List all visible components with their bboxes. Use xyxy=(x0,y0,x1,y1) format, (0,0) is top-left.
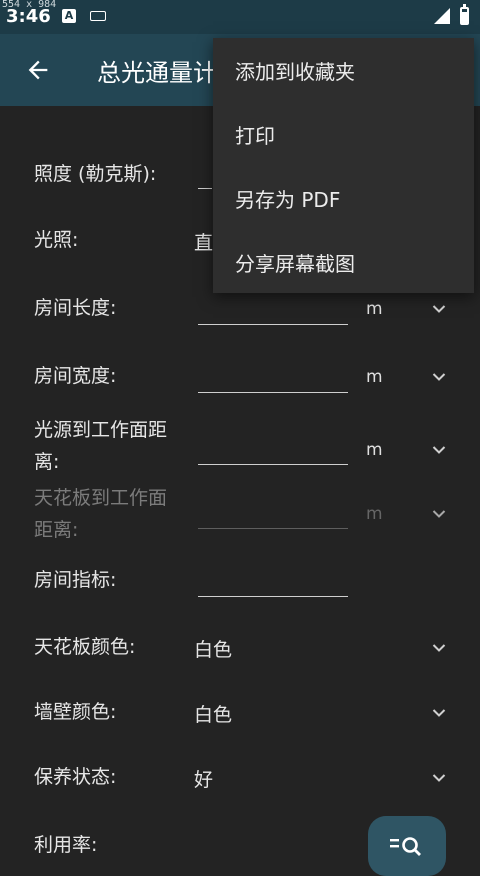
chevron-down-icon[interactable] xyxy=(432,643,446,653)
menu-item-label: 添加到收藏夹 xyxy=(235,60,355,84)
menu-item-save-pdf[interactable]: 另存为 PDF xyxy=(213,166,474,230)
source-distance-input[interactable] xyxy=(198,464,348,465)
lighting-value[interactable]: 直 xyxy=(194,228,213,255)
room-length-input[interactable] xyxy=(198,324,348,325)
ceiling-distance-input xyxy=(198,528,348,529)
keyboard-icon xyxy=(90,11,106,21)
ceiling-distance-label-1: 天花板到工作面 xyxy=(34,487,168,509)
room-length-label: 房间长度: xyxy=(34,297,117,319)
status-time: 3:46 xyxy=(6,6,51,27)
chevron-down-icon[interactable] xyxy=(432,445,446,455)
illuminance-input[interactable] xyxy=(198,188,212,189)
utilization-label: 利用率: xyxy=(34,834,98,856)
ceiling-color-label: 天花板颜色: xyxy=(34,636,136,658)
status-bar: 554 x 984 3:46 A xyxy=(0,0,480,34)
chevron-down-icon xyxy=(432,510,446,518)
menu-item-add-favorites[interactable]: 添加到收藏夹 xyxy=(213,38,474,102)
menu-item-label: 打印 xyxy=(235,124,275,148)
back-arrow-icon[interactable] xyxy=(24,56,52,84)
illuminance-label: 照度 (勒克斯): xyxy=(34,163,157,185)
room-width-label: 房间宽度: xyxy=(34,365,117,387)
menu-item-print[interactable]: 打印 xyxy=(213,102,474,166)
calculate-fab[interactable] xyxy=(368,816,446,876)
room-width-input[interactable] xyxy=(198,392,348,393)
lighting-label: 光照: xyxy=(34,229,79,251)
menu-item-share-screenshot[interactable]: 分享屏幕截图 xyxy=(213,230,474,294)
menu-item-label: 分享屏幕截图 xyxy=(235,252,355,276)
room-length-unit[interactable]: m xyxy=(366,299,383,319)
signal-icon xyxy=(434,8,450,24)
list-search-icon xyxy=(390,837,421,856)
menu-item-label: 另存为 PDF xyxy=(235,188,341,212)
chevron-down-icon[interactable] xyxy=(432,773,446,783)
chevron-down-icon[interactable] xyxy=(432,372,446,382)
maintenance-value[interactable]: 好 xyxy=(194,765,213,792)
notification-a-icon: A xyxy=(62,9,76,23)
ceiling-distance-unit: m xyxy=(366,504,383,524)
page-title: 总光通量计 xyxy=(97,59,217,87)
source-distance-label-1: 光源到工作面距 xyxy=(34,419,168,441)
ceiling-color-value[interactable]: 白色 xyxy=(194,635,232,662)
room-width-unit[interactable]: m xyxy=(366,367,383,387)
room-index-input[interactable] xyxy=(198,596,348,597)
source-distance-unit[interactable]: m xyxy=(366,440,383,460)
source-distance-label-2: 离: xyxy=(34,451,60,473)
ceiling-distance-label-2: 距离: xyxy=(34,519,79,541)
wall-color-value[interactable]: 白色 xyxy=(194,700,232,727)
overflow-menu: 添加到收藏夹 打印 另存为 PDF 分享屏幕截图 xyxy=(213,38,474,293)
wall-color-label: 墙壁颜色: xyxy=(34,701,117,723)
battery-icon xyxy=(460,4,469,25)
maintenance-label: 保养状态: xyxy=(34,766,117,788)
chevron-down-icon[interactable] xyxy=(432,304,446,314)
chevron-down-icon[interactable] xyxy=(432,708,446,718)
room-index-label: 房间指标: xyxy=(34,569,117,591)
